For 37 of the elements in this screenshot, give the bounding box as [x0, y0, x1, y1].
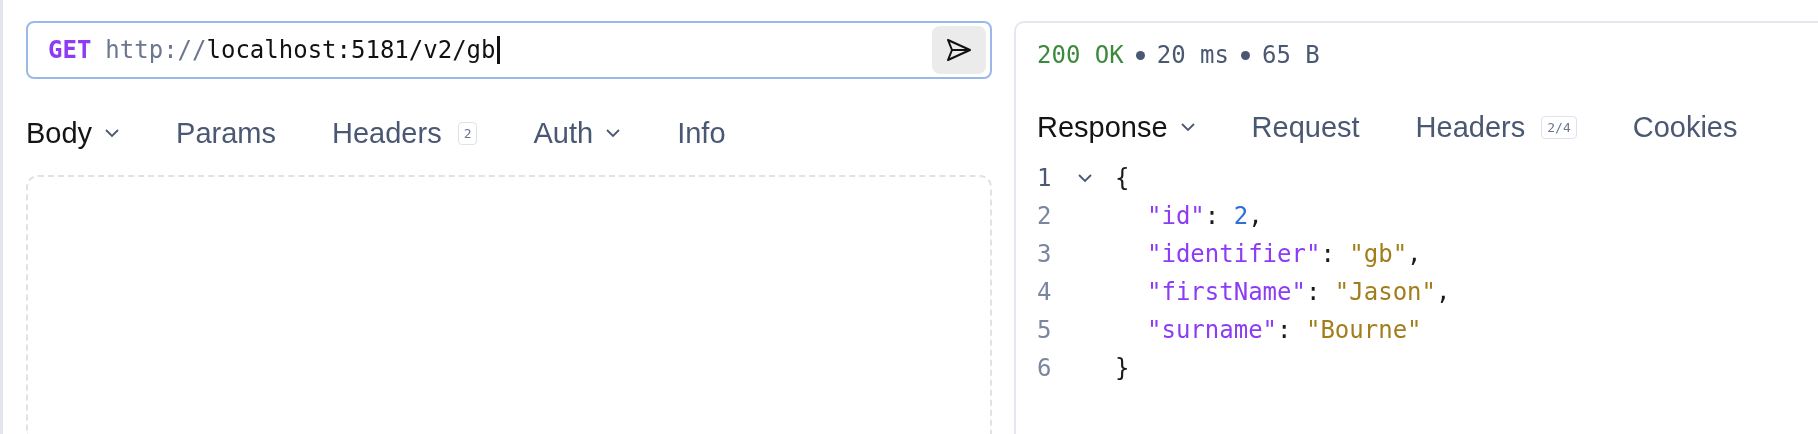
separator-dot	[1240, 50, 1250, 60]
line-number: 5	[1037, 316, 1053, 344]
url-text: http://localhost:5181/v2/gb	[105, 36, 496, 64]
code-line: "surname": "Bourne"	[1147, 316, 1422, 344]
tab[interactable]: Body	[26, 116, 121, 150]
code-line: }	[1115, 354, 1130, 382]
status-code: 200 OK	[1037, 41, 1124, 69]
response-size: 65 B	[1261, 41, 1320, 69]
code-line: "id": 2,	[1147, 202, 1263, 230]
line-number: 6	[1037, 354, 1053, 382]
line-number: 1	[1037, 164, 1053, 192]
send-button[interactable]	[932, 26, 986, 74]
tab[interactable]: Headers 2	[332, 116, 478, 150]
tab[interactable]: Auth	[533, 116, 622, 150]
count-badge: 2	[457, 121, 478, 145]
tab[interactable]: Params	[176, 116, 277, 150]
code-line: "firstName": "Jason",	[1147, 278, 1451, 306]
tab[interactable]: Cookies	[1632, 110, 1738, 144]
code-line: {	[1115, 164, 1130, 192]
tab[interactable]: Request	[1251, 110, 1360, 144]
fold-icon[interactable]	[1077, 173, 1093, 183]
line-number: 2	[1037, 202, 1053, 230]
count-badge: 2/4	[1541, 115, 1577, 139]
line-number: 3	[1037, 240, 1053, 268]
chevron-down-icon	[605, 128, 622, 138]
chevron-down-icon	[104, 128, 121, 138]
tab[interactable]: Info	[677, 116, 726, 150]
separator-dot	[1135, 50, 1145, 60]
tab[interactable]: Response	[1037, 110, 1196, 144]
response-time: 20 ms	[1156, 41, 1229, 69]
send-icon	[946, 38, 972, 62]
chevron-down-icon	[1179, 122, 1196, 132]
code-line: "identifier": "gb",	[1147, 240, 1422, 268]
url-field[interactable]: GET http://localhost:5181/v2/gb	[26, 21, 992, 79]
line-number: 4	[1037, 278, 1053, 306]
tab[interactable]: Headers 2/4	[1415, 110, 1577, 144]
http-method[interactable]: GET	[48, 36, 92, 64]
